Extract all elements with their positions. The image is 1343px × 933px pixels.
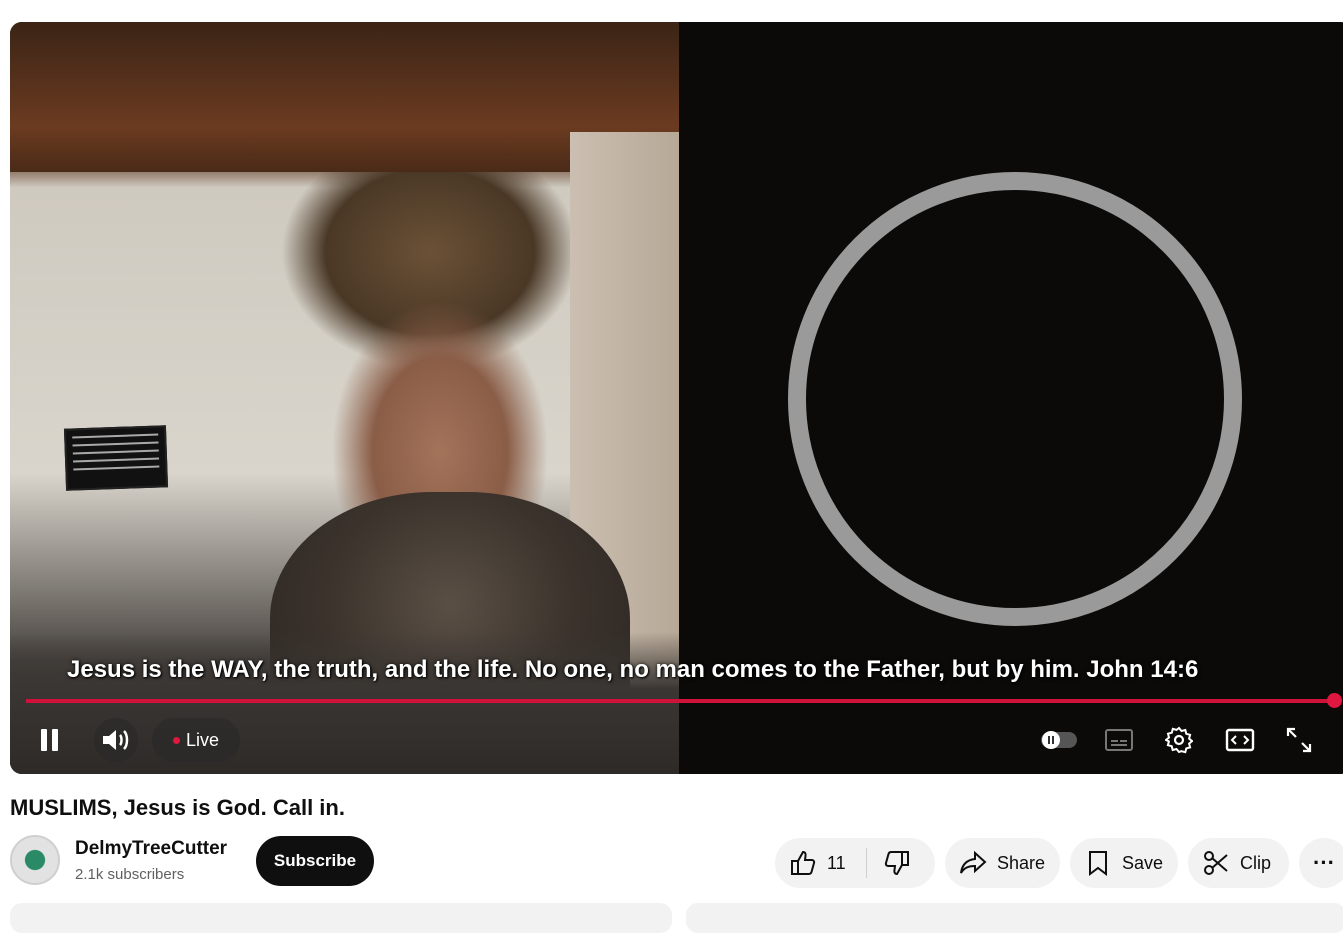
theater-mode-icon	[1225, 728, 1255, 752]
fullscreen-icon	[1286, 727, 1312, 753]
save-button[interactable]: Save	[1070, 838, 1178, 888]
more-actions-button[interactable]: ···	[1299, 838, 1343, 888]
settings-button[interactable]	[1160, 720, 1198, 760]
save-label: Save	[1122, 852, 1164, 873]
like-divider	[865, 848, 867, 878]
dislike-button[interactable]	[883, 849, 911, 877]
clip-button[interactable]: Clip	[1188, 838, 1289, 888]
live-badge[interactable]: Live	[152, 718, 240, 762]
channel-name[interactable]: DelmyTreeCutter	[75, 838, 227, 860]
live-dot-icon	[172, 736, 180, 744]
pause-icon	[41, 729, 58, 751]
share-icon	[960, 850, 987, 874]
volume-button[interactable]	[94, 718, 138, 762]
pause-button[interactable]	[32, 720, 68, 760]
audio-ring-graphic	[788, 172, 1242, 626]
subtitles-button[interactable]	[1100, 722, 1138, 758]
thumbs-up-icon	[791, 850, 816, 875]
subscribe-button[interactable]: Subscribe	[256, 836, 374, 886]
subscriber-count: 2.1k subscribers	[75, 866, 185, 883]
autoplay-toggle-icon	[1041, 731, 1077, 749]
description-card[interactable]	[10, 903, 672, 933]
theater-mode-button[interactable]	[1220, 722, 1260, 758]
like-count: 11	[827, 852, 846, 873]
more-icon: ···	[1313, 850, 1335, 875]
share-label: Share	[997, 852, 1046, 873]
video-title: MUSLIMS, Jesus is God. Call in.	[10, 795, 345, 820]
channel-avatar[interactable]	[10, 835, 60, 885]
gear-icon	[1165, 726, 1193, 754]
video-player[interactable]: Jesus is the WAY, the truth, and the lif…	[10, 22, 1343, 774]
clip-label: Clip	[1240, 852, 1272, 873]
live-label: Live	[185, 729, 220, 750]
autoplay-toggle[interactable]	[1040, 727, 1078, 753]
thumbs-down-icon	[884, 851, 909, 876]
side-panel-card[interactable]	[686, 903, 1343, 933]
scissors-icon	[1204, 851, 1228, 875]
share-button[interactable]: Share	[945, 838, 1060, 888]
video-caption: Jesus is the WAY, the truth, and the lif…	[67, 656, 1199, 683]
like-button[interactable]: 11	[789, 849, 846, 877]
progress-bar[interactable]	[26, 699, 1335, 703]
progress-scrubber[interactable]	[1327, 693, 1342, 708]
volume-icon	[103, 730, 129, 750]
like-dislike-group: 11	[775, 838, 935, 888]
bookmark-icon	[1089, 851, 1107, 876]
subtitles-icon	[1105, 729, 1133, 751]
wall-sign	[63, 425, 169, 491]
fullscreen-button[interactable]	[1280, 722, 1318, 758]
